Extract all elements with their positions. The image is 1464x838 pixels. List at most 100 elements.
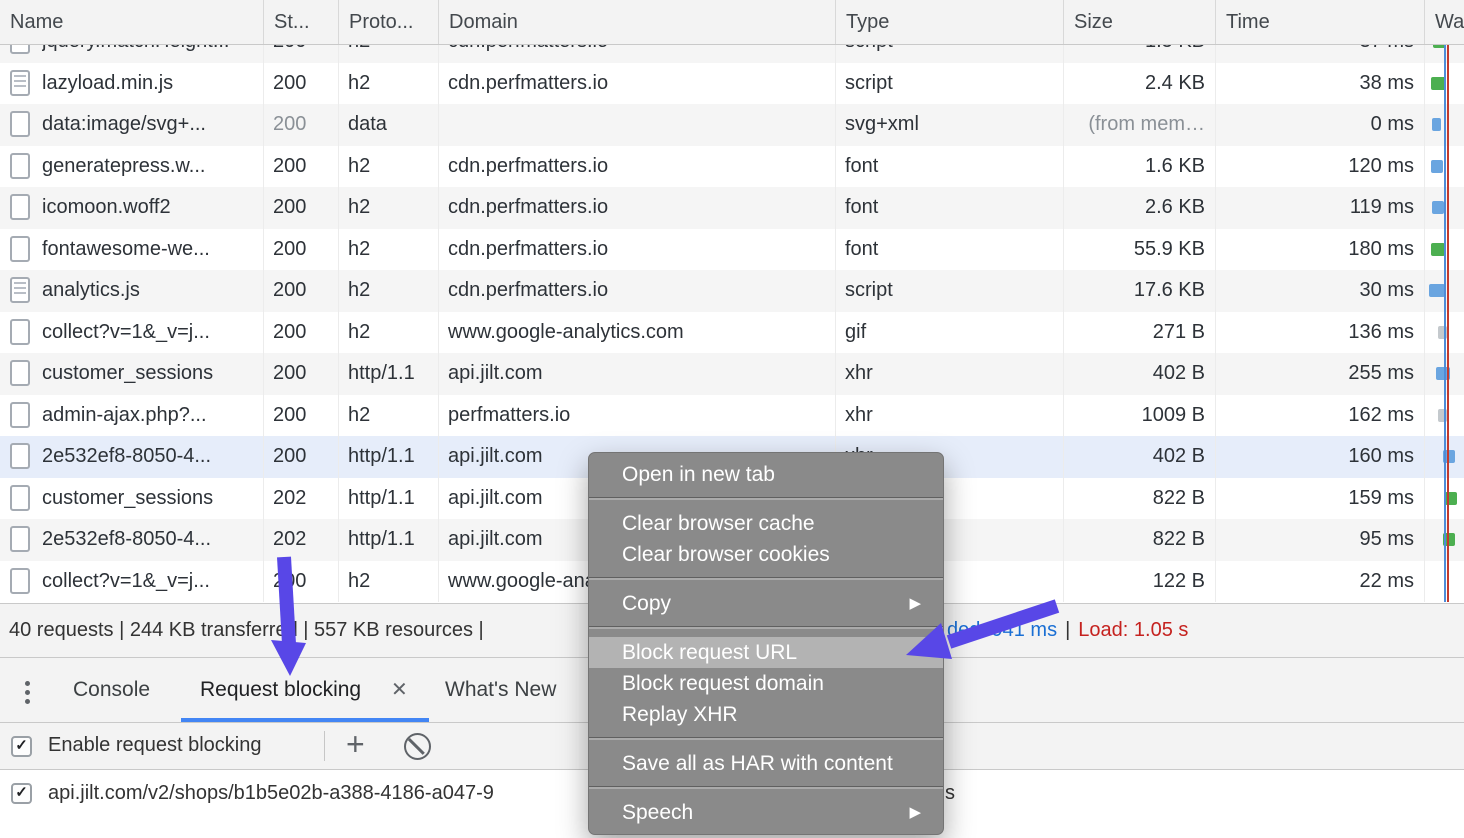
blocked-url-text-tail: s xyxy=(945,770,955,817)
request-time: 0 ms xyxy=(1215,104,1414,146)
request-name[interactable]: customer_sessions xyxy=(42,478,258,520)
request-type: gif xyxy=(845,312,1059,354)
add-pattern-icon[interactable]: + xyxy=(346,723,365,768)
request-name[interactable]: 2e532ef8-8050-4... xyxy=(42,519,258,561)
column-header-size[interactable]: Size xyxy=(1063,0,1215,44)
request-time: 38 ms xyxy=(1215,63,1414,105)
request-time: 22 ms xyxy=(1215,561,1414,603)
context-menu-item[interactable]: Clear browser cookies ▶ xyxy=(589,539,943,570)
blocked-url-text[interactable]: api.jilt.com/v2/shops/b1b5e02b-a388-4186… xyxy=(48,770,494,817)
request-name[interactable]: customer_sessions xyxy=(42,353,258,395)
request-status: 200 xyxy=(273,270,335,312)
tab-console[interactable]: Console xyxy=(73,658,150,722)
column-header-waterfall[interactable]: Wa xyxy=(1424,0,1464,44)
context-menu-item[interactable]: Replay XHR ▶ xyxy=(589,699,943,730)
table-row[interactable]: customer_sessions 200 http/1.1 api.jilt.… xyxy=(0,353,1464,395)
request-type: script xyxy=(845,63,1059,105)
table-row[interactable]: admin-ajax.php?... 200 h2 perfmatters.io… xyxy=(0,395,1464,437)
request-protocol: http/1.1 xyxy=(348,436,434,478)
table-row[interactable]: fontawesome-we... 200 h2 cdn.perfmatters… xyxy=(0,229,1464,271)
request-protocol: h2 xyxy=(348,561,434,603)
request-time: 30 ms xyxy=(1215,270,1414,312)
request-type: xhr xyxy=(845,395,1059,437)
context-menu-item[interactable]: Speech ▶ xyxy=(589,797,943,828)
request-size: 1.6 KB xyxy=(1063,146,1205,188)
summary-text: 40 requests | 244 KB transferred | 557 K… xyxy=(9,604,484,656)
context-menu-item[interactable]: Save all as HAR with content ▶ xyxy=(589,748,943,779)
request-time: 180 ms xyxy=(1215,229,1414,271)
column-divider xyxy=(263,45,264,602)
request-protocol: h2 xyxy=(348,270,434,312)
request-name[interactable]: analytics.js xyxy=(42,270,258,312)
close-icon[interactable]: ✕ xyxy=(391,658,408,722)
request-name[interactable]: data:image/svg+... xyxy=(42,104,258,146)
tab-request-blocking[interactable]: Request blocking xyxy=(200,658,361,722)
context-menu-item[interactable]: Block request domain ▶ xyxy=(589,668,943,699)
waterfall-bar xyxy=(1432,118,1441,131)
column-header-name[interactable]: Name xyxy=(0,0,263,44)
request-protocol: http/1.1 xyxy=(348,478,434,520)
blocked-url-checkbox[interactable]: ✓ xyxy=(11,783,32,804)
kebab-menu-icon[interactable] xyxy=(25,677,30,708)
column-header-time[interactable]: Time xyxy=(1215,0,1424,44)
request-name[interactable]: jquery.matchHeight... xyxy=(42,45,258,63)
column-header-type[interactable]: Type xyxy=(835,0,1063,44)
request-status: 202 xyxy=(273,519,335,561)
context-menu-item[interactable]: Open in new tab ▶ xyxy=(589,459,943,490)
table-row[interactable]: lazyload.min.js 200 h2 cdn.perfmatters.i… xyxy=(0,63,1464,105)
request-name[interactable]: admin-ajax.php?... xyxy=(42,395,258,437)
column-divider xyxy=(1215,45,1216,602)
remove-all-patterns-icon[interactable] xyxy=(404,733,431,760)
file-icon xyxy=(10,360,30,386)
table-row[interactable]: generatepress.w... 200 h2 cdn.perfmatter… xyxy=(0,146,1464,188)
column-header-domain[interactable]: Domain xyxy=(438,0,835,44)
column-header-status[interactable]: St... xyxy=(263,0,338,44)
request-name[interactable]: collect?v=1&_v=j... xyxy=(42,561,258,603)
request-time: 159 ms xyxy=(1215,478,1414,520)
submenu-arrow-icon: ▶ xyxy=(909,797,921,828)
timing-summary: ded: 941 ms|Load: 1.05 s xyxy=(947,604,1188,656)
tab-whats-new[interactable]: What's New xyxy=(445,658,556,722)
request-name[interactable]: generatepress.w... xyxy=(42,146,258,188)
waterfall-bar xyxy=(1431,243,1445,256)
table-row[interactable]: data:image/svg+... 200 data svg+xml (fro… xyxy=(0,104,1464,146)
request-name[interactable]: 2e532ef8-8050-4... xyxy=(42,436,258,478)
file-icon xyxy=(10,236,30,262)
network-table-header: Name St... Proto... Domain Type Size Tim… xyxy=(0,0,1464,45)
summary-separator: | xyxy=(1057,619,1078,641)
table-row[interactable]: icomoon.woff2 200 h2 cdn.perfmatters.io … xyxy=(0,187,1464,229)
context-menu-item[interactable]: Block request URL ▶ xyxy=(589,637,943,668)
request-size: 55.9 KB xyxy=(1063,229,1205,271)
request-size: 271 B xyxy=(1063,312,1205,354)
request-name[interactable]: lazyload.min.js xyxy=(42,63,258,105)
request-protocol: data xyxy=(348,104,434,146)
context-menu-item[interactable]: Copy ▶ xyxy=(589,588,943,619)
request-type: script xyxy=(845,45,1059,63)
request-size: 822 B xyxy=(1063,519,1205,561)
request-size: 822 B xyxy=(1063,478,1205,520)
column-header-protocol[interactable]: Proto... xyxy=(338,0,438,44)
file-icon xyxy=(10,70,30,96)
checkmark-icon: ✓ xyxy=(15,737,28,754)
request-name[interactable]: icomoon.woff2 xyxy=(42,187,258,229)
waterfall-bar xyxy=(1431,160,1443,173)
file-icon xyxy=(10,443,30,469)
request-domain: cdn.perfmatters.io xyxy=(448,270,831,312)
request-domain: cdn.perfmatters.io xyxy=(448,187,831,229)
enable-request-blocking-checkbox[interactable]: ✓ xyxy=(11,736,32,757)
request-protocol: http/1.1 xyxy=(348,353,434,395)
checkmark-icon: ✓ xyxy=(15,784,28,801)
table-row[interactable]: analytics.js 200 h2 cdn.perfmatters.io s… xyxy=(0,270,1464,312)
request-protocol: h2 xyxy=(348,395,434,437)
request-name[interactable]: collect?v=1&_v=j... xyxy=(42,312,258,354)
request-time: 37 ms xyxy=(1215,45,1414,63)
submenu-arrow-icon: ▶ xyxy=(909,588,921,619)
table-row[interactable]: jquery.matchHeight... 200 h2 cdn.perfmat… xyxy=(0,45,1464,63)
context-menu-item[interactable]: Clear browser cache ▶ xyxy=(589,508,943,539)
request-type: svg+xml xyxy=(845,104,1059,146)
request-protocol: h2 xyxy=(348,229,434,271)
context-menu-item-label: Speech xyxy=(622,801,693,824)
table-row[interactable]: collect?v=1&_v=j... 200 h2 www.google-an… xyxy=(0,312,1464,354)
load-time: Load: 1.05 s xyxy=(1078,619,1188,641)
request-name[interactable]: fontawesome-we... xyxy=(42,229,258,271)
